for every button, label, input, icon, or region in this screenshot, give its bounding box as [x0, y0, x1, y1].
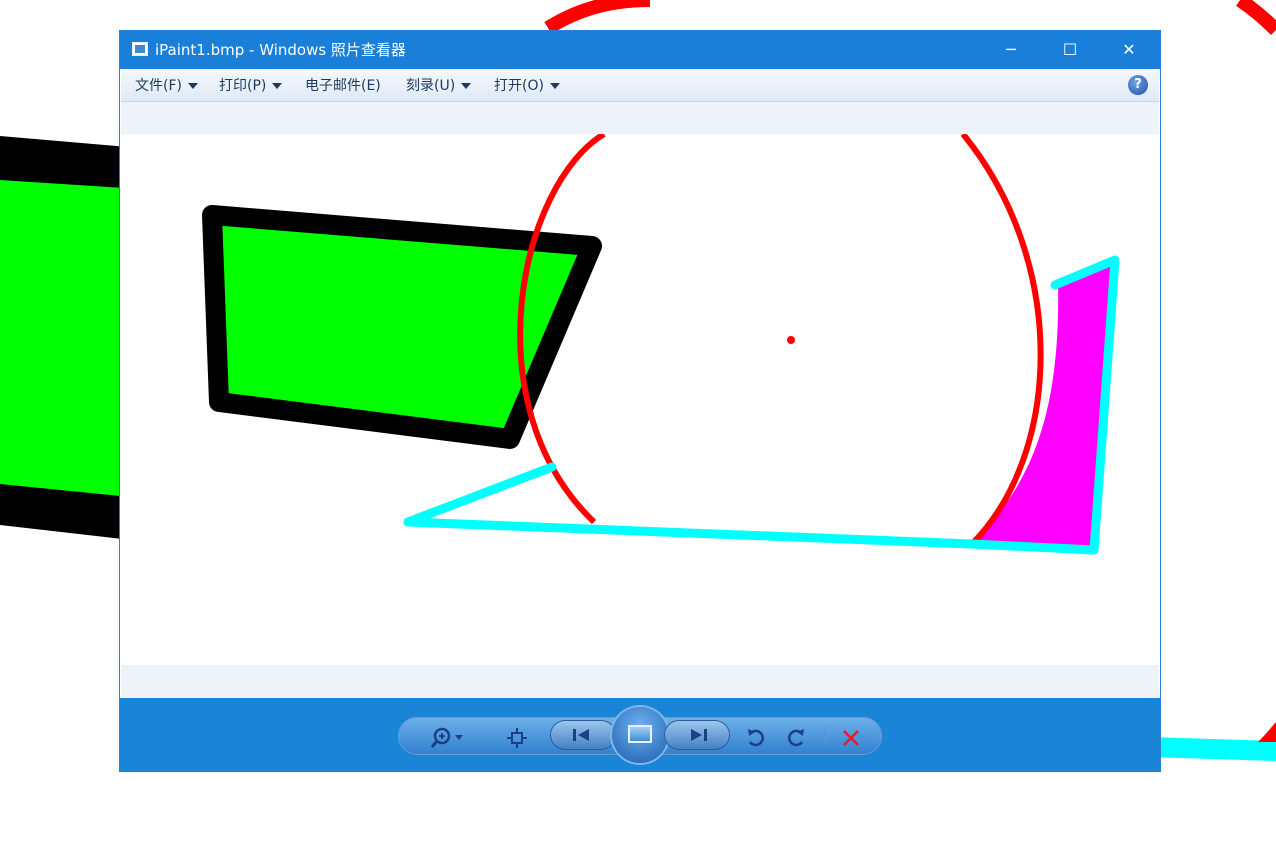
toolbar-separator — [824, 726, 825, 746]
chevron-down-icon — [461, 83, 472, 89]
chevron-down-icon — [187, 83, 198, 89]
menu-open[interactable]: 打开(O) — [494, 77, 560, 95]
next-icon — [691, 729, 707, 741]
menu-bar: 文件(F) 打印(P) 电子邮件(E) 刻录(U) 打开(O) ? — [121, 69, 1159, 102]
photo-viewer-window: iPaint1.bmp - Windows 照片查看器 ─ ☐ ✕ 文件(F) … — [120, 31, 1160, 771]
green-quadrilateral — [202, 205, 602, 449]
image-canvas — [121, 134, 1159, 665]
control-bar — [120, 698, 1160, 771]
slideshow-button[interactable] — [612, 707, 668, 763]
minimize-button[interactable]: ─ — [982, 31, 1040, 69]
circle-center-dot — [787, 336, 795, 344]
red-circle-arc — [517, 134, 1044, 547]
menu-file[interactable]: 文件(F) — [135, 77, 198, 95]
next-button[interactable] — [664, 720, 730, 750]
displayed-image — [202, 134, 1120, 555]
chevron-down-icon — [272, 83, 283, 89]
maximize-button[interactable]: ☐ — [1041, 31, 1099, 69]
delete-icon[interactable] — [836, 717, 866, 755]
slideshow-icon — [628, 725, 652, 743]
rotate-cw-icon[interactable] — [782, 717, 810, 755]
zoom-icon[interactable] — [428, 717, 468, 755]
rotate-ccw-icon[interactable] — [742, 717, 770, 755]
fit-icon[interactable] — [502, 717, 532, 755]
close-button[interactable]: ✕ — [1100, 31, 1158, 69]
menu-print-label: 打印(P) — [219, 78, 267, 94]
viewer-margin-top — [121, 102, 1159, 134]
menu-burn-label: 刻录(U) — [406, 78, 456, 94]
chevron-down-icon — [549, 83, 560, 89]
cyan-polygon-left — [403, 462, 977, 549]
viewer-margin-bottom — [121, 665, 1159, 698]
menu-print[interactable]: 打印(P) — [219, 77, 283, 95]
title-bar: iPaint1.bmp - Windows 照片查看器 ─ ☐ ✕ — [120, 31, 1160, 69]
previous-button[interactable] — [550, 720, 616, 750]
window-title: iPaint1.bmp - Windows 照片查看器 — [155, 41, 406, 59]
menu-burn[interactable]: 刻录(U) — [406, 77, 472, 95]
menu-email[interactable]: 电子邮件(E) — [305, 77, 381, 95]
menu-email-label: 电子邮件(E) — [305, 78, 381, 94]
help-icon[interactable]: ? — [1128, 75, 1148, 95]
menu-open-label: 打开(O) — [494, 78, 544, 94]
menu-file-label: 文件(F) — [135, 78, 182, 94]
photo-viewer-app-icon — [132, 42, 148, 56]
previous-icon — [573, 729, 589, 741]
